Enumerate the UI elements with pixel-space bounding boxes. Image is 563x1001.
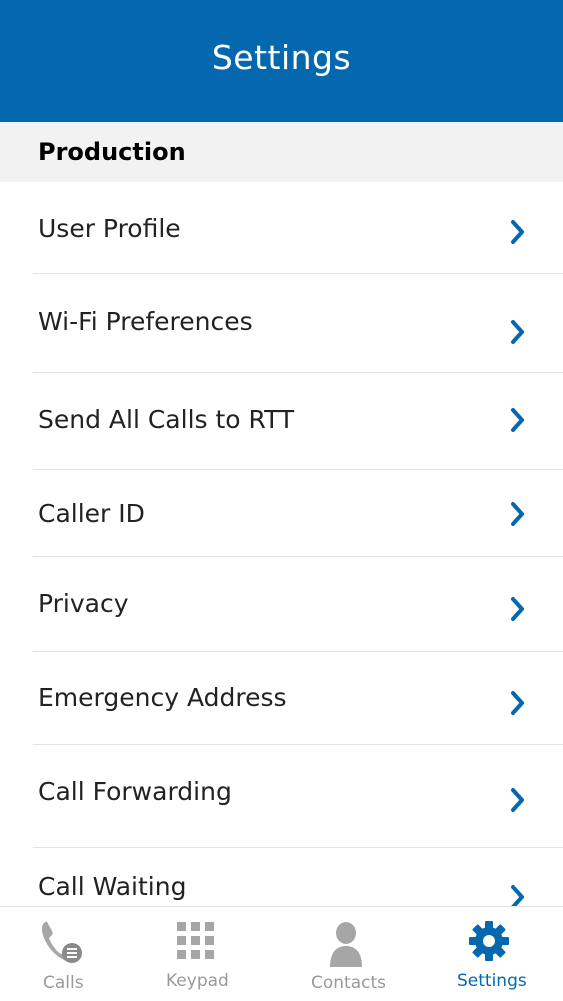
settings-item-label: Call Forwarding <box>38 777 232 806</box>
tab-label: Settings <box>457 971 527 991</box>
tab-keypad[interactable]: Keypad <box>140 907 260 1001</box>
chevron-right-icon <box>511 320 524 344</box>
chevron-right-icon <box>511 597 524 621</box>
tab-calls[interactable]: Calls <box>0 907 125 1001</box>
settings-item-call-forwarding[interactable]: Call Forwarding <box>0 745 563 847</box>
settings-item-caller-id[interactable]: Caller ID <box>0 470 563 556</box>
tab-label: Keypad <box>166 971 229 991</box>
phone-icon <box>41 921 82 963</box>
app-header: Settings <box>0 0 563 122</box>
settings-item-send-all-calls-rtt[interactable]: Send All Calls to RTT <box>0 373 563 469</box>
chevron-right-icon <box>511 885 524 906</box>
settings-item-emergency-address[interactable]: Emergency Address <box>0 652 563 744</box>
settings-item-label: Emergency Address <box>38 683 287 712</box>
keypad-icon <box>177 922 214 959</box>
chevron-right-icon <box>511 788 524 812</box>
settings-item-label: Caller ID <box>38 499 145 528</box>
person-icon <box>330 922 362 967</box>
chevron-right-icon <box>511 220 524 244</box>
settings-item-call-waiting[interactable]: Call Waiting <box>0 848 563 906</box>
page-title: Settings <box>211 37 352 77</box>
settings-item-label: User Profile <box>38 214 181 243</box>
chevron-right-icon <box>511 502 524 526</box>
settings-list: User Profile Wi-Fi Preferences Send All … <box>0 182 563 906</box>
settings-item-label: Send All Calls to RTT <box>38 405 295 434</box>
chevron-right-icon <box>511 408 524 432</box>
settings-item-label: Call Waiting <box>38 872 187 901</box>
gear-icon <box>469 921 509 961</box>
tab-label: Contacts <box>311 973 386 993</box>
chevron-right-icon <box>511 691 524 715</box>
tab-contacts[interactable]: Contacts <box>290 907 410 1001</box>
tab-settings[interactable]: Settings <box>440 907 563 1001</box>
settings-item-label: Privacy <box>38 589 129 618</box>
tab-bar: Calls Keypad Contacts Settings <box>0 906 563 1001</box>
settings-item-label: Wi-Fi Preferences <box>38 307 253 336</box>
settings-item-privacy[interactable]: Privacy <box>0 557 563 651</box>
section-title: Production <box>38 138 186 166</box>
tab-label: Calls <box>43 973 84 993</box>
settings-item-user-profile[interactable]: User Profile <box>0 182 563 273</box>
section-header: Production <box>0 122 563 182</box>
settings-item-wifi-preferences[interactable]: Wi-Fi Preferences <box>0 274 563 372</box>
